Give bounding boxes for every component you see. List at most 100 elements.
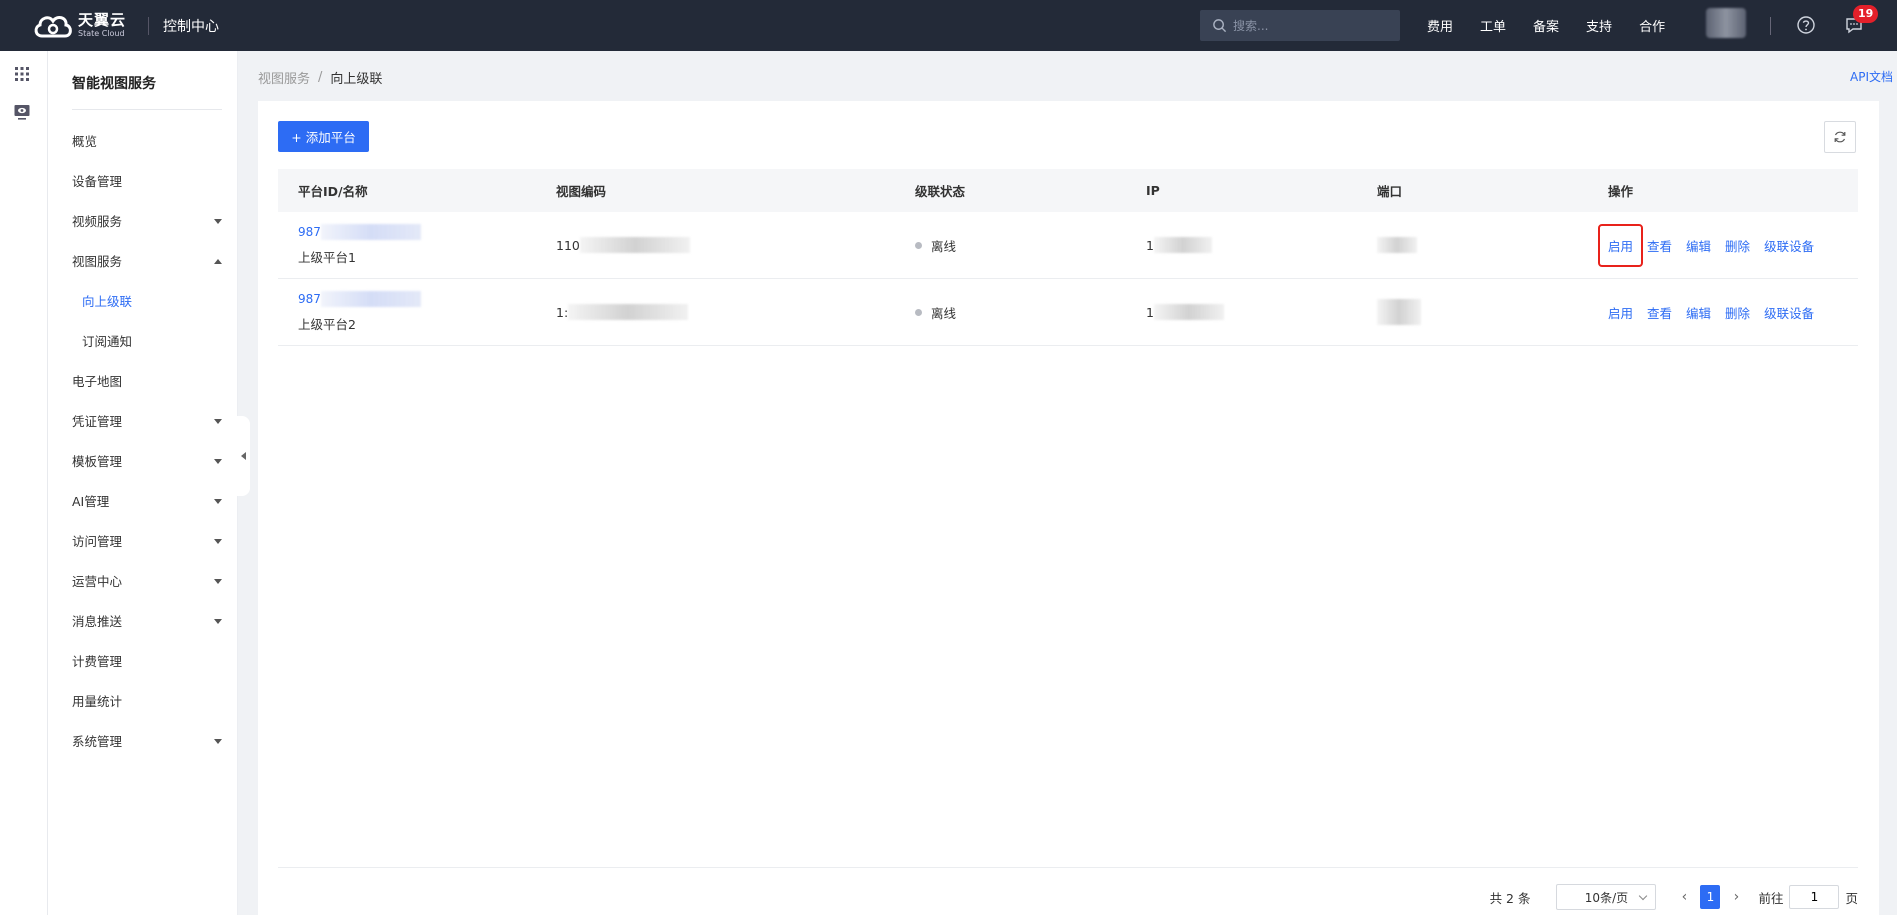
topbar-separator <box>1770 17 1771 35</box>
top-nav: 费用 工单 备案 支持 合作 <box>1427 0 1692 51</box>
platform-name: 上级平台1 <box>298 250 356 265</box>
platform-id-link[interactable]: 987 <box>298 291 556 307</box>
breadcrumb-current: 向上级联 <box>330 72 383 87</box>
menu-item-upward-cascade[interactable]: 向上级联 <box>82 290 232 314</box>
nav-filing[interactable]: 备案 <box>1533 16 1559 35</box>
chevron-down-icon <box>214 459 222 464</box>
redacted-mask <box>568 304 689 320</box>
menu-item-electronic-map[interactable]: 电子地图 <box>72 370 222 394</box>
nav-partners[interactable]: 合作 <box>1639 16 1665 35</box>
side-menu-title: 智能视图服务 <box>72 76 156 92</box>
chevron-down-icon <box>214 419 222 424</box>
breadcrumb-separator: / <box>318 70 323 85</box>
next-page-button[interactable]: › <box>1724 885 1748 909</box>
menu-item-template-management[interactable]: 模板管理 <box>72 450 222 474</box>
chevron-down-icon <box>214 539 222 544</box>
breadcrumb-parent[interactable]: 视图服务 <box>258 68 310 87</box>
page-number-current[interactable]: 1 <box>1700 885 1721 909</box>
status-dot-icon <box>915 241 922 249</box>
row-actions: 启用 查看 编辑 删除 级联设备 <box>1608 303 1858 322</box>
chevron-down-icon <box>214 499 222 504</box>
message-count-badge: 19 <box>1853 5 1879 23</box>
console-title[interactable]: 控制中心 <box>163 16 219 36</box>
icon-rail <box>0 51 48 915</box>
side-menu-divider <box>72 109 222 110</box>
table-row: 987 上级平台2 1: 离线 1 启用 查看 编辑 删除 级联设备 <box>278 279 1858 346</box>
redacted-mask <box>320 224 421 240</box>
redacted-mask <box>320 291 421 307</box>
chevron-down-icon <box>214 619 222 624</box>
menu-item-credential-management[interactable]: 凭证管理 <box>72 410 222 434</box>
menu-item-usage-statistics[interactable]: 用量统计 <box>72 690 222 714</box>
chevron-down-icon <box>214 219 222 224</box>
brand-name: 天翼云 <box>78 11 127 29</box>
sidebar-collapse-handle[interactable] <box>236 416 250 496</box>
apps-grid-icon[interactable] <box>13 65 31 83</box>
view-button[interactable]: 查看 <box>1647 236 1672 255</box>
menu-item-ai-management[interactable]: AI管理 <box>72 490 222 514</box>
cascade-devices-button[interactable]: 级联设备 <box>1764 236 1814 255</box>
nav-support[interactable]: 支持 <box>1586 16 1612 35</box>
enable-button[interactable]: 启用 <box>1597 223 1644 267</box>
chevron-down-icon <box>214 579 222 584</box>
menu-item-video-service[interactable]: 视频服务 <box>72 210 222 234</box>
port-value-redacted <box>1377 299 1421 325</box>
chevron-up-icon <box>214 259 222 264</box>
delete-button[interactable]: 删除 <box>1725 303 1750 322</box>
column-header-platform-id: 平台ID/名称 <box>298 184 368 199</box>
edit-button[interactable]: 编辑 <box>1686 236 1711 255</box>
chevron-down-icon <box>214 739 222 744</box>
view-button[interactable]: 查看 <box>1647 303 1672 322</box>
delete-button[interactable]: 删除 <box>1725 236 1750 255</box>
prev-page-button[interactable]: ‹ <box>1672 885 1696 909</box>
goto-unit: 页 <box>1845 890 1858 906</box>
ip-value: 1 <box>1146 304 1154 320</box>
help-icon[interactable] <box>1796 15 1816 35</box>
logo[interactable]: 天翼云 State Cloud <box>32 12 126 40</box>
api-doc-link[interactable]: API文档 <box>1850 68 1893 85</box>
view-code: 1: <box>556 304 569 320</box>
enable-button[interactable]: 启用 <box>1608 303 1633 322</box>
column-header-ip: IP <box>1146 183 1160 198</box>
search-box[interactable] <box>1200 10 1400 41</box>
column-header-cascade-status: 级联状态 <box>915 184 966 199</box>
menu-item-access-management[interactable]: 访问管理 <box>72 530 222 554</box>
menu-item-message-push[interactable]: 消息推送 <box>72 610 222 634</box>
menu-item-subscription-notice[interactable]: 订阅通知 <box>82 330 232 354</box>
top-bar: 天翼云 State Cloud 控制中心 费用 工单 备案 支持 合作 19 <box>0 0 1897 51</box>
brand-name-en: State Cloud <box>78 29 125 38</box>
menu-item-billing-management[interactable]: 计费管理 <box>72 650 222 674</box>
topbar-divider <box>148 16 150 35</box>
cascade-status: 离线 <box>931 305 957 321</box>
refresh-button[interactable] <box>1824 121 1856 153</box>
menu-item-view-service[interactable]: 视图服务 <box>72 250 222 274</box>
total-count: 共 2 条 <box>1489 890 1531 906</box>
avatar[interactable] <box>1706 8 1746 38</box>
platform-id-link[interactable]: 987 <box>298 224 556 240</box>
goto-page-input[interactable] <box>1789 885 1840 909</box>
page-size-select[interactable]: 10条/页 <box>1556 884 1657 910</box>
table-row: 987 上级平台1 110 离线 1 启用 查看 编辑 删除 级联设备 <box>278 212 1858 279</box>
side-menu: 智能视图服务 概览 设备管理 视频服务 视图服务 向上级联 订阅通知 电子地图 … <box>48 51 238 915</box>
add-platform-button[interactable]: + 添加平台 <box>278 121 369 152</box>
cascade-status: 离线 <box>931 238 957 254</box>
nav-fees[interactable]: 费用 <box>1427 16 1453 35</box>
port-value-redacted <box>1377 237 1417 253</box>
column-header-actions: 操作 <box>1608 184 1634 199</box>
pagination-divider <box>278 867 1858 868</box>
menu-item-operations-center[interactable]: 运营中心 <box>72 570 222 594</box>
edit-button[interactable]: 编辑 <box>1686 303 1711 322</box>
cascade-devices-button[interactable]: 级联设备 <box>1764 303 1814 322</box>
collapse-arrow-icon <box>240 452 246 460</box>
redacted-mask <box>1153 237 1212 253</box>
menu-item-device-management[interactable]: 设备管理 <box>72 170 222 194</box>
view-code: 110 <box>556 237 580 253</box>
menu-item-overview[interactable]: 概览 <box>72 130 222 154</box>
ip-value: 1 <box>1146 237 1154 253</box>
platform-table: 平台ID/名称 视图编码 级联状态 IP 端口 操作 987 上级平台1 110 <box>278 169 1858 346</box>
main-card: + 添加平台 平台ID/名称 视图编码 级联状态 IP 端口 操作 987 上级… <box>258 101 1879 915</box>
menu-item-system-management[interactable]: 系统管理 <box>72 730 222 754</box>
search-input[interactable] <box>1233 18 1383 33</box>
view-service-icon[interactable] <box>13 103 31 121</box>
nav-tickets[interactable]: 工单 <box>1480 16 1506 35</box>
